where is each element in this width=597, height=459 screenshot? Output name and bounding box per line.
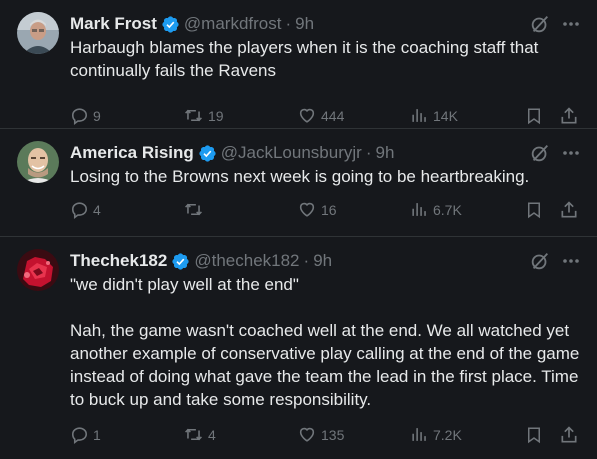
- views-count: 7.2K: [433, 426, 462, 443]
- bookmark-button[interactable]: [525, 200, 547, 220]
- verified-badge-icon: [162, 15, 179, 33]
- like-button[interactable]: 444: [297, 106, 344, 125]
- reply-icon: [71, 427, 88, 444]
- separator-dot: ·: [303, 251, 310, 270]
- more-icon[interactable]: [561, 143, 581, 163]
- verified-badge-icon: [199, 144, 216, 162]
- avatar[interactable]: [17, 141, 59, 183]
- reply-button[interactable]: 1: [70, 425, 101, 444]
- tweet-header: Mark Frost @markdfrost · 9h: [70, 12, 581, 36]
- like-icon: [299, 427, 315, 442]
- retweet-icon: [185, 428, 202, 441]
- reply-icon: [71, 108, 88, 125]
- like-button[interactable]: 16: [297, 200, 337, 219]
- retweet-icon: [185, 109, 202, 122]
- bookmark-button[interactable]: [525, 425, 547, 445]
- tweet-feed: Mark Frost @markdfrost · 9h Harbaugh bla…: [0, 0, 597, 456]
- separator-dot: ·: [285, 14, 292, 33]
- bookmark-icon: [528, 427, 540, 444]
- display-name[interactable]: Mark Frost: [70, 14, 157, 34]
- verified-badge-icon: [172, 252, 189, 270]
- share-button[interactable]: [559, 425, 583, 445]
- timestamp[interactable]: 9h: [295, 14, 314, 34]
- avatar[interactable]: [17, 249, 59, 291]
- timestamp[interactable]: 9h: [313, 251, 332, 271]
- like-button[interactable]: 135: [297, 425, 344, 444]
- reply-count: 9: [93, 107, 101, 124]
- separator-dot: ·: [365, 143, 372, 162]
- like-icon: [299, 202, 315, 217]
- tweet-text: "we didn't play well at the end" Nah, th…: [70, 275, 580, 409]
- tweet-actions: 1 4 135 7.2K: [70, 425, 581, 459]
- grok-icon[interactable]: [529, 142, 551, 164]
- reply-button[interactable]: 4: [70, 200, 101, 219]
- avatar[interactable]: [17, 12, 59, 54]
- views-icon: [412, 109, 426, 122]
- views-count: 14K: [433, 107, 458, 124]
- like-count: 135: [321, 426, 345, 443]
- share-icon: [561, 107, 577, 124]
- retweet-button[interactable]: 4: [183, 425, 216, 444]
- bookmark-icon: [528, 108, 540, 125]
- share-icon: [561, 426, 577, 443]
- like-count: 444: [321, 107, 345, 124]
- reply-button[interactable]: 9: [70, 106, 101, 125]
- grok-icon[interactable]: [529, 250, 551, 272]
- views-icon: [412, 203, 426, 216]
- views-button[interactable]: 7.2K: [410, 425, 462, 444]
- retweet-count: 4: [208, 426, 216, 443]
- display-name[interactable]: America Rising: [70, 143, 194, 163]
- user-handle[interactable]: @markdfrost: [184, 14, 282, 34]
- display-name[interactable]: Thechek182: [70, 251, 167, 271]
- reply-count: 1: [93, 426, 101, 443]
- tweet-header: Thechek182 @thechek182 · 9h: [70, 249, 581, 273]
- reply-icon: [71, 202, 88, 219]
- bookmark-button[interactable]: [525, 106, 547, 126]
- tweet[interactable]: Mark Frost @markdfrost · 9h Harbaugh bla…: [0, 0, 597, 129]
- tweet-header: America Rising @JackLounsburyjr · 9h: [70, 141, 581, 165]
- bookmark-icon: [528, 202, 540, 219]
- views-count: 6.7K: [433, 201, 462, 218]
- retweet-count: 19: [208, 107, 224, 124]
- share-icon: [561, 201, 577, 218]
- tweet[interactable]: Thechek182 @thechek182 · 9h "we didn't p…: [0, 237, 597, 456]
- retweet-icon: [185, 203, 202, 216]
- grok-icon[interactable]: [529, 13, 551, 35]
- user-handle[interactable]: @thechek182: [194, 251, 299, 271]
- tweet-text: Losing to the Browns next week is going …: [70, 167, 530, 186]
- like-icon: [299, 108, 315, 123]
- tweet-actions: 4 16 6.7K: [70, 200, 581, 234]
- tweet-text: Harbaugh blames the players when it is t…: [70, 38, 544, 80]
- tweet[interactable]: America Rising @JackLounsburyjr · 9h Los…: [0, 129, 597, 237]
- like-count: 16: [321, 201, 337, 218]
- views-button[interactable]: 14K: [410, 106, 458, 125]
- timestamp[interactable]: 9h: [375, 143, 394, 163]
- views-button[interactable]: 6.7K: [410, 200, 462, 219]
- more-icon[interactable]: [561, 14, 581, 34]
- reply-count: 4: [93, 201, 101, 218]
- share-button[interactable]: [559, 106, 583, 126]
- user-handle[interactable]: @JackLounsburyjr: [221, 143, 362, 163]
- views-icon: [412, 428, 426, 441]
- retweet-button[interactable]: 19: [183, 106, 224, 125]
- more-icon[interactable]: [561, 251, 581, 271]
- retweet-button[interactable]: [183, 200, 208, 219]
- share-button[interactable]: [559, 200, 583, 220]
